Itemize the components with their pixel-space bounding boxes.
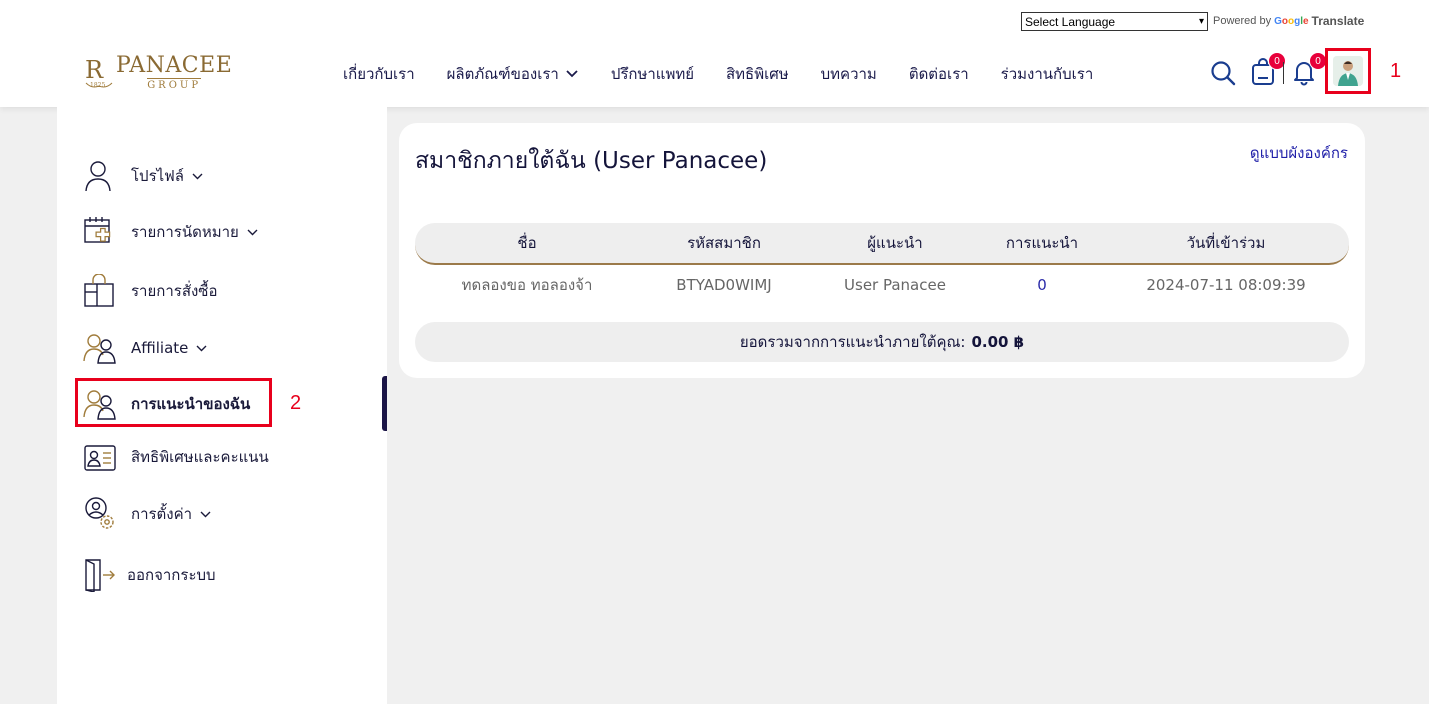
org-chart-link[interactable]: ดูแบบผังองค์กร — [1250, 141, 1348, 165]
sidebar-item-settings[interactable]: การตั้งค่า — [83, 497, 211, 531]
sidebar-item-label: โปรไฟล์ — [131, 167, 184, 185]
annotation-box-1 — [1325, 48, 1371, 94]
nav-item-articles[interactable]: บทความ — [821, 62, 877, 86]
shopping-bag-icon — [84, 274, 114, 307]
nav-item-products[interactable]: ผลิตภัณฑ์ของเรา — [447, 62, 578, 86]
sidebar-item-orders[interactable]: รายการสั่งซื้อ — [83, 274, 218, 308]
column-header-name: ชื่อ — [517, 234, 537, 252]
chevron-down-icon: ▾ — [1198, 16, 1204, 27]
id-card-icon — [84, 445, 116, 471]
chevron-down-icon — [566, 68, 578, 81]
sidebar-item-affiliate[interactable]: Affiliate — [83, 331, 207, 365]
logo-brand: PANACEE — [116, 52, 233, 78]
sidebar-item-privileges-points[interactable]: สิทธิพิเศษและคะแนน — [83, 440, 269, 474]
sidebar-item-label: Affiliate — [131, 339, 189, 357]
nav-label: ติดต่อเรา — [908, 65, 969, 83]
sidebar-item-label: รายการสั่งซื้อ — [131, 282, 218, 300]
svg-text:1825: 1825 — [90, 82, 105, 89]
google-translate-credit: Powered by Google Translate — [1213, 14, 1364, 28]
nav-item-contact[interactable]: ติดต่อเรา — [909, 62, 969, 86]
cell-referrer: User Panacee — [844, 276, 946, 294]
nav-item-careers[interactable]: ร่วมงานกับเรา — [1001, 62, 1094, 86]
google-logo: Google — [1274, 15, 1309, 27]
search-icon[interactable] — [1210, 60, 1236, 86]
column-header-join-date: วันที่เข้าร่วม — [1186, 234, 1266, 252]
cell-member-id: BTYAD0WIMJ — [676, 276, 772, 294]
nav-label: เกี่ยวกับเรา — [343, 65, 415, 83]
sidebar-item-label: ออกจากระบบ — [127, 566, 216, 584]
sidebar-item-profile[interactable]: โปรไฟล์ — [83, 159, 203, 193]
nav-label: ผลิตภัณฑ์ของเรา — [446, 65, 559, 83]
chevron-down-icon — [196, 342, 207, 355]
calendar-plus-icon — [84, 217, 111, 243]
sidebar-item-logout[interactable]: ออกจากระบบ — [83, 558, 216, 592]
translate-text: Translate — [1311, 14, 1365, 28]
referral-total-bar: ยอดรวมจากการแนะนำภายใต้คุณ: 0.00 ฿ — [415, 322, 1349, 362]
column-header-member-id: รหัสสมาชิก — [687, 234, 761, 252]
logo-group: GROUP — [147, 77, 202, 91]
nav-label: บทความ — [820, 65, 877, 83]
nav-label: สิทธิพิเศษ — [726, 65, 789, 83]
nav-item-privileges[interactable]: สิทธิพิเศษ — [726, 62, 789, 86]
total-value: 0.00 ฿ — [971, 333, 1025, 351]
cell-name: ทดลองขอ ทอลองจ้า — [461, 276, 593, 294]
nav-item-about[interactable]: เกี่ยวกับเรา — [343, 62, 415, 86]
annotation-number-2: 2 — [290, 392, 302, 414]
table-header: ชื่อ รหัสสมาชิก ผู้แนะนำ การแนะนำ วันที่… — [415, 223, 1349, 265]
main-nav: เกี่ยวกับเรา ผลิตภัณฑ์ของเรา ปรึกษาแพทย์… — [343, 62, 1093, 86]
nav-label: ปรึกษาแพทย์ — [610, 65, 695, 83]
sidebar-item-appointments[interactable]: รายการนัดหมาย — [83, 215, 258, 249]
chevron-down-icon — [247, 226, 258, 239]
cell-join-date: 2024-07-11 08:09:39 — [1146, 276, 1306, 294]
sidebar-item-label: การตั้งค่า — [131, 505, 193, 523]
powered-by-text: Powered by — [1213, 15, 1272, 27]
sidebar-item-label: สิทธิพิเศษและคะแนน — [131, 448, 269, 466]
users-icon — [83, 334, 116, 364]
page-title: สมาชิกภายใต้ฉัน (User Panacee) — [415, 148, 768, 174]
language-select-value: Select Language — [1025, 14, 1116, 29]
referral-members-card: สมาชิกภายใต้ฉัน (User Panacee) ดูแบบผังอ… — [399, 123, 1365, 378]
logout-icon — [85, 559, 115, 592]
crest-icon: R 1825 — [85, 56, 113, 89]
site-header: Select Language ▾ Powered by Google Tran… — [0, 0, 1429, 107]
nav-label: ร่วมงานกับเรา — [1000, 65, 1094, 83]
nav-item-consult[interactable]: ปรึกษาแพทย์ — [611, 62, 694, 86]
column-header-referrals: การแนะนำ — [1005, 234, 1079, 252]
active-indicator — [382, 376, 387, 431]
header-divider — [1283, 62, 1284, 84]
sidebar-item-label: รายการนัดหมาย — [131, 223, 239, 241]
user-settings-icon — [85, 497, 114, 529]
panacee-logo[interactable]: R 1825 PANACEE GROUP — [84, 52, 236, 92]
annotation-box-2 — [75, 378, 272, 427]
chevron-down-icon — [192, 170, 203, 183]
svg-text:R: R — [85, 56, 104, 84]
cell-referral-count[interactable]: 0 — [981, 276, 1103, 294]
user-icon — [85, 161, 111, 192]
total-label: ยอดรวมจากการแนะนำภายใต้คุณ: — [739, 333, 966, 351]
annotation-number-1: 1 — [1390, 60, 1402, 82]
table-row: ทดลองขอ ทอลองจ้า BTYAD0WIMJ User Panacee… — [415, 268, 1349, 302]
language-select[interactable]: Select Language ▾ — [1021, 12, 1208, 31]
column-header-referrer: ผู้แนะนำ — [867, 234, 923, 252]
chevron-down-icon — [200, 508, 211, 521]
